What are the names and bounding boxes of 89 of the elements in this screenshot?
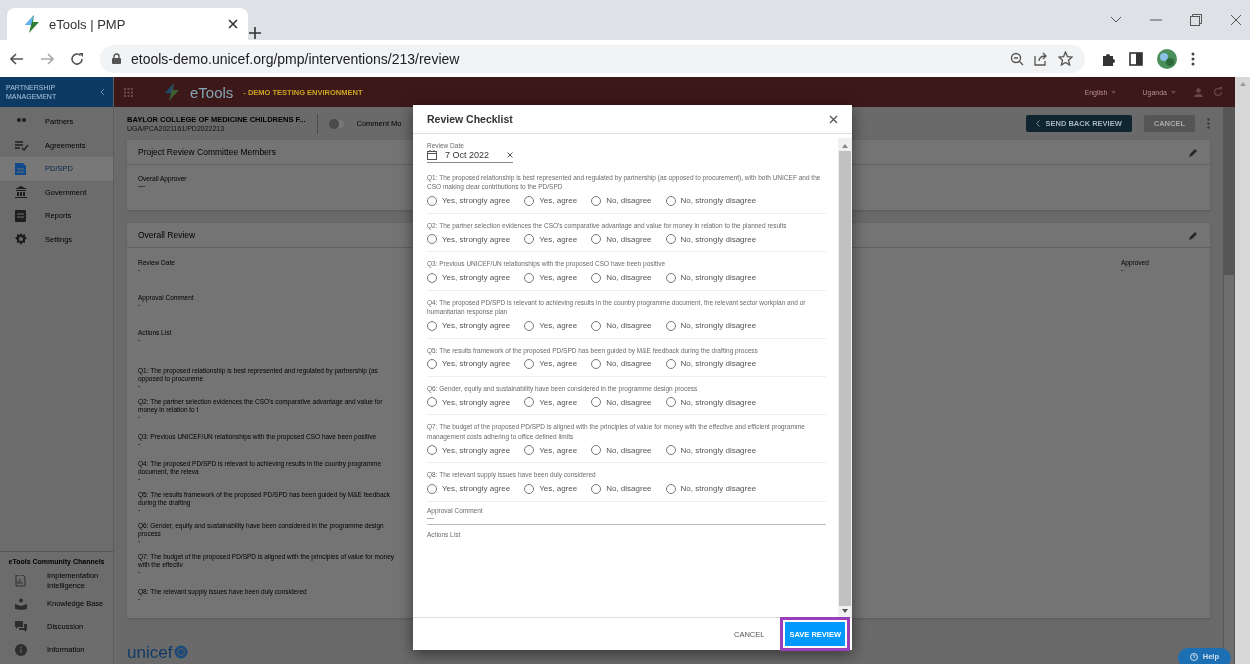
radio-option[interactable]: Yes, strongly agree bbox=[427, 234, 511, 245]
radio-option[interactable]: No, disagree bbox=[591, 483, 652, 494]
radio-option[interactable]: Yes, strongly agree bbox=[427, 358, 511, 369]
scroll-down-arrow-icon bbox=[842, 609, 848, 613]
radio-option[interactable]: Yes, agree bbox=[524, 358, 578, 369]
chat-bubbles-icon bbox=[15, 620, 27, 633]
unicef-logo-text: unicef bbox=[127, 643, 173, 661]
clear-icon[interactable] bbox=[507, 152, 513, 158]
browser-tab[interactable]: eTools | PMP bbox=[7, 8, 248, 40]
share-icon[interactable] bbox=[1034, 51, 1048, 66]
radio-option[interactable]: Yes, agree bbox=[524, 483, 578, 494]
radio-option[interactable]: Yes, agree bbox=[524, 234, 578, 245]
radio-option[interactable]: Yes, agree bbox=[524, 320, 578, 331]
globe-logo-icon bbox=[174, 645, 189, 659]
radio-option[interactable]: Yes, agree bbox=[524, 195, 578, 206]
document-icon bbox=[15, 162, 26, 175]
radio-option[interactable]: Yes, strongly agree bbox=[427, 483, 511, 494]
date-field[interactable]: 7 Oct 2022 bbox=[427, 149, 513, 163]
puzzle-icon[interactable] bbox=[1101, 51, 1115, 66]
reader-icon bbox=[15, 597, 27, 610]
radio-option[interactable]: No, strongly disagree bbox=[665, 445, 757, 456]
gear-icon bbox=[15, 233, 27, 246]
lightning-logo-icon bbox=[23, 14, 40, 34]
toggle-switch[interactable] bbox=[330, 119, 345, 128]
radio-option[interactable]: Yes, strongly agree bbox=[427, 397, 511, 408]
chevron-left-icon bbox=[1036, 120, 1041, 127]
radio-option[interactable]: Yes, strongly agree bbox=[427, 195, 511, 206]
bank-icon bbox=[15, 186, 27, 199]
url-text: etools-demo.unicef.org/pmp/interventions/213/review bbox=[131, 50, 461, 67]
profile-avatar-icon[interactable] bbox=[1157, 48, 1177, 69]
scroll-up-arrow-icon bbox=[1239, 82, 1246, 86]
radio-option[interactable]: No, strongly disagree bbox=[665, 483, 757, 494]
edit-pencil-icon[interactable] bbox=[1189, 147, 1198, 157]
radio-option[interactable]: No, disagree bbox=[591, 358, 652, 369]
star-icon[interactable] bbox=[1058, 51, 1073, 66]
more-icon[interactable] bbox=[1207, 118, 1210, 129]
radio-option[interactable]: No, disagree bbox=[591, 272, 652, 283]
edit-pencil-icon[interactable] bbox=[1189, 230, 1198, 240]
dialog-scrollbar[interactable] bbox=[838, 138, 852, 617]
card-title: Overall Review bbox=[138, 230, 196, 240]
forward-arrow-icon[interactable] bbox=[40, 52, 54, 65]
content-scrollbar[interactable] bbox=[1223, 107, 1235, 664]
radio-option[interactable]: No, disagree bbox=[591, 320, 652, 331]
apps-grid-icon[interactable] bbox=[124, 87, 133, 97]
close-icon[interactable] bbox=[829, 114, 838, 124]
lock-icon bbox=[112, 53, 121, 64]
radio-option[interactable]: No, disagree bbox=[591, 445, 652, 456]
new-tab-icon[interactable] bbox=[248, 26, 262, 40]
caret-icon bbox=[1111, 90, 1117, 94]
chevron-down-icon[interactable] bbox=[1110, 16, 1122, 24]
card-title: Project Review Committee Members bbox=[138, 147, 276, 157]
close-icon[interactable] bbox=[1230, 14, 1242, 26]
collapse-chevron-icon[interactable] bbox=[100, 88, 105, 96]
tab-close-icon[interactable] bbox=[228, 19, 238, 29]
page-scrollbar[interactable] bbox=[1235, 77, 1250, 664]
radio-option[interactable]: Yes, strongly agree bbox=[427, 272, 511, 283]
document-chart-icon bbox=[15, 574, 27, 587]
radio-option[interactable]: No, strongly disagree bbox=[665, 397, 757, 408]
menu-icon[interactable] bbox=[1191, 51, 1195, 66]
radio-option[interactable]: No, disagree bbox=[591, 195, 652, 206]
radio-option[interactable]: No, disagree bbox=[591, 397, 652, 408]
clipboard-icon bbox=[15, 209, 26, 222]
dialog-title: Review Checklist bbox=[427, 113, 513, 125]
radio-option[interactable]: No, strongly disagree bbox=[665, 195, 757, 206]
user-icon[interactable] bbox=[1194, 87, 1203, 97]
app-name: eTools bbox=[190, 83, 234, 101]
address-bar[interactable]: etools-demo.unicef.org/pmp/interventions/213/review bbox=[100, 44, 1085, 73]
scroll-up-arrow-icon bbox=[842, 144, 848, 148]
zoom-out-icon[interactable] bbox=[1010, 51, 1024, 66]
radio-option[interactable]: Yes, agree bbox=[524, 445, 578, 456]
radio-option[interactable]: No, strongly disagree bbox=[665, 272, 757, 283]
refresh-icon[interactable] bbox=[1213, 87, 1223, 97]
calendar-icon bbox=[427, 150, 437, 160]
radio-option[interactable]: No, strongly disagree bbox=[665, 320, 757, 331]
side-panel-icon[interactable] bbox=[1129, 51, 1143, 66]
checklist-icon bbox=[15, 139, 28, 151]
radio-option[interactable]: No, strongly disagree bbox=[665, 358, 757, 369]
restore-icon[interactable] bbox=[1190, 14, 1202, 26]
radio-option[interactable]: Yes, strongly agree bbox=[427, 445, 511, 456]
caret-icon bbox=[1171, 90, 1176, 94]
radio-option[interactable]: No, strongly disagree bbox=[665, 234, 757, 245]
help-circle-icon bbox=[1189, 652, 1198, 661]
radio-option[interactable]: Yes, agree bbox=[524, 272, 578, 283]
info-icon bbox=[15, 643, 27, 656]
radio-option[interactable]: Yes, strongly agree bbox=[427, 320, 511, 331]
back-arrow-icon[interactable] bbox=[10, 52, 24, 65]
radio-option[interactable]: Yes, agree bbox=[524, 397, 578, 408]
radio-option[interactable]: No, disagree bbox=[591, 234, 652, 245]
reload-icon[interactable] bbox=[70, 51, 84, 66]
